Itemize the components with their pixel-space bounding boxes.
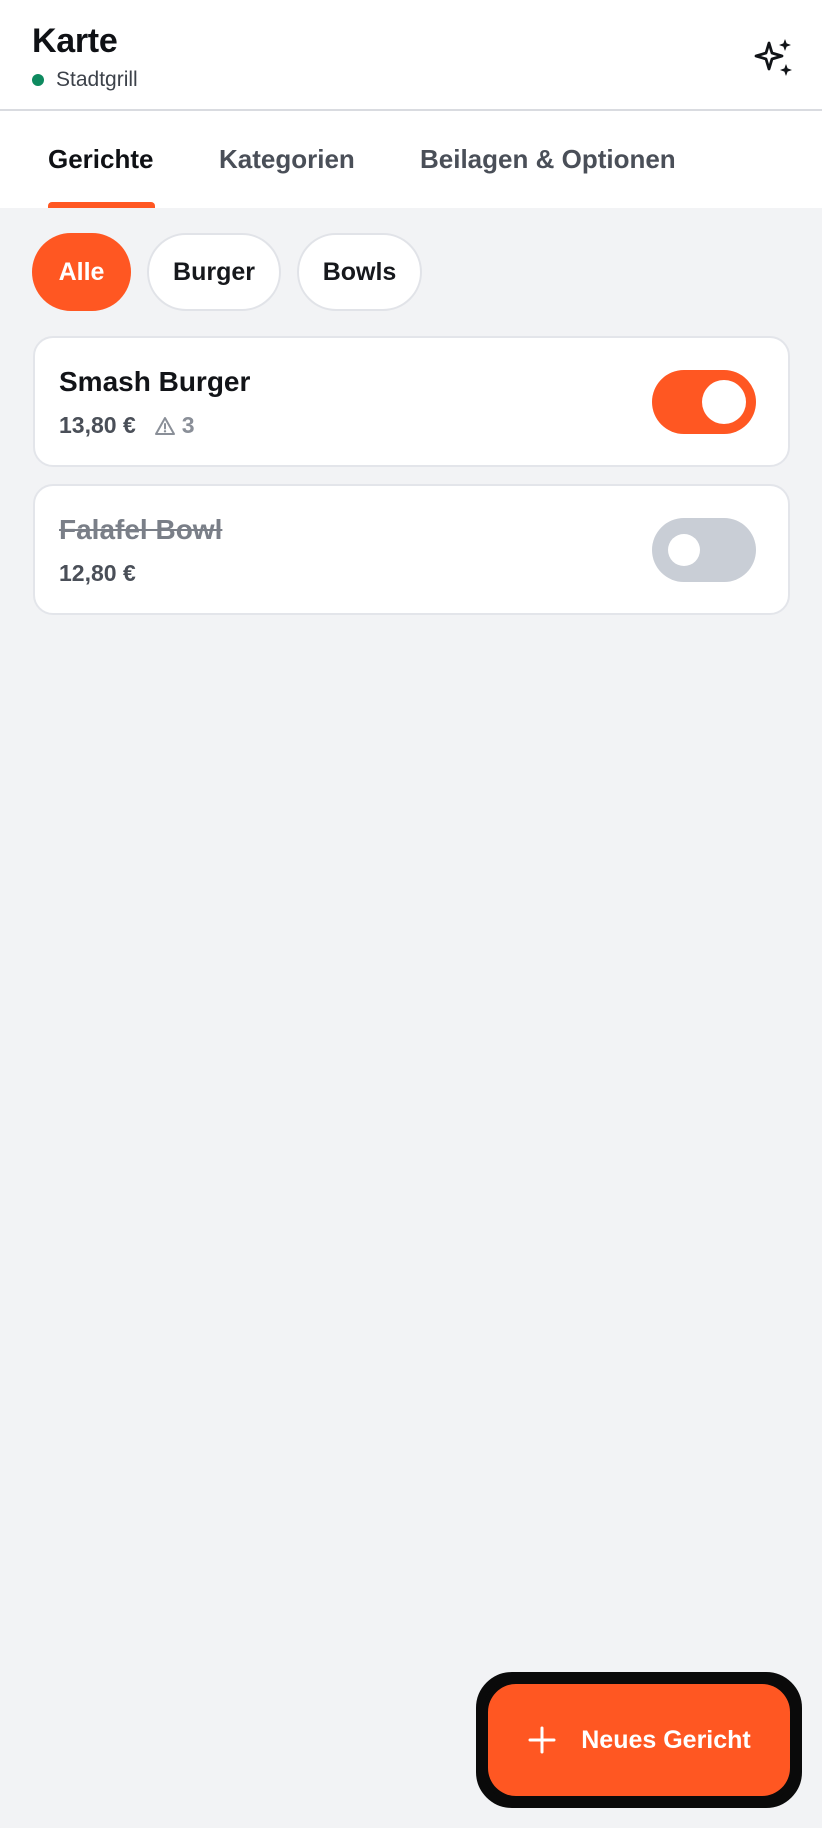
- new-dish-button[interactable]: Neues Gericht: [488, 1684, 790, 1796]
- active-tab-indicator: [48, 202, 155, 208]
- restaurant-status: Stadtgrill: [32, 68, 138, 92]
- dish-meta: 13,80 € 3: [59, 412, 195, 439]
- tab-gerichte[interactable]: Gerichte: [48, 111, 154, 208]
- page-title: Karte: [32, 22, 118, 60]
- online-status-dot: [32, 74, 44, 86]
- availability-toggle[interactable]: [652, 370, 756, 434]
- toggle-knob: [702, 380, 746, 424]
- filter-chip-burger[interactable]: Burger: [147, 233, 281, 311]
- sparkles-icon: [754, 39, 792, 76]
- dish-price: 12,80 €: [59, 560, 136, 586]
- dish-card[interactable]: Falafel Bowl 12,80 €: [33, 484, 790, 615]
- dish-meta: 12,80 €: [59, 560, 136, 587]
- ai-assist-button[interactable]: [748, 32, 800, 84]
- menu-screen: Karte Stadtgrill Gerichte Kategorien Bei…: [0, 0, 822, 1828]
- tab-bar: Gerichte Kategorien Beilagen & Optionen: [0, 111, 822, 208]
- warning-triangle-icon: [154, 416, 175, 435]
- tab-kategorien[interactable]: Kategorien: [219, 111, 355, 208]
- filter-chip-bowls[interactable]: Bowls: [297, 233, 422, 311]
- dish-card[interactable]: Smash Burger 13,80 € 3: [33, 336, 790, 467]
- restaurant-name: Stadtgrill: [56, 68, 138, 91]
- tab-beilagen-optionen[interactable]: Beilagen & Optionen: [420, 111, 676, 208]
- toggle-knob: [668, 534, 700, 566]
- app-header: Karte Stadtgrill: [0, 0, 822, 111]
- warning-count: 3: [154, 412, 195, 439]
- dish-price: 13,80 €: [59, 412, 136, 438]
- warning-count-value: 3: [181, 412, 195, 438]
- plus-icon: [527, 1725, 557, 1755]
- availability-toggle[interactable]: [652, 518, 756, 582]
- filter-chip-alle[interactable]: Alle: [32, 233, 131, 311]
- dish-name: Falafel Bowl: [59, 514, 223, 545]
- dish-name: Smash Burger: [59, 366, 251, 397]
- new-dish-label: Neues Gericht: [581, 1725, 751, 1754]
